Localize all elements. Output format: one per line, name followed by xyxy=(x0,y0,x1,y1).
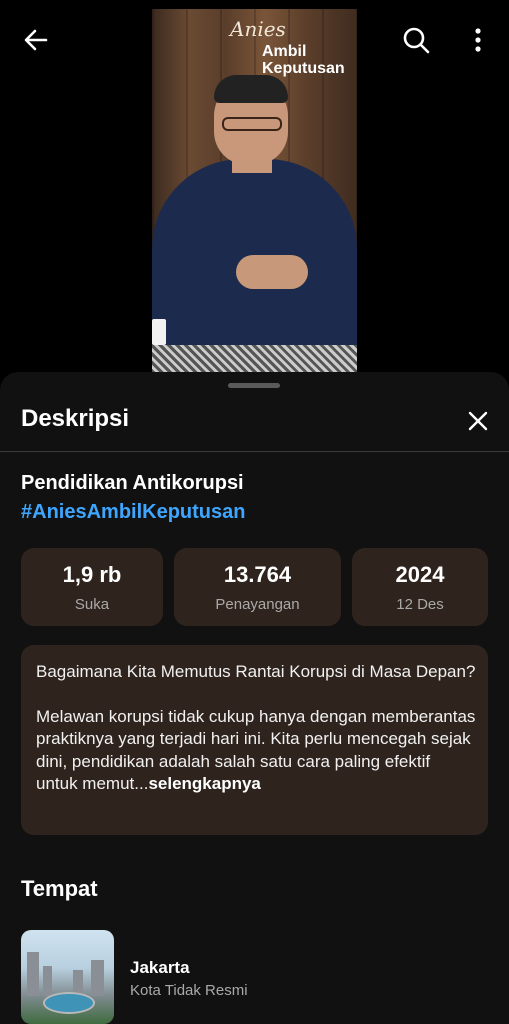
date-year: 2024 xyxy=(395,562,445,587)
close-button[interactable] xyxy=(462,405,494,437)
date-stat: 2024 12 Des xyxy=(352,548,488,626)
views-count: 13.764 xyxy=(223,562,292,587)
hashtag-link[interactable]: #AniesAmbilKeputusan xyxy=(21,501,245,524)
video-table xyxy=(152,345,357,373)
video-title: Pendidikan Antikorupsi xyxy=(21,472,244,494)
description-paragraph-2: Melawan korupsi tidak cukup hanya dengan… xyxy=(36,706,476,796)
views-stat: 13.764 Penayangan xyxy=(174,548,341,626)
description-box[interactable]: Bagaimana Kita Memutus Rantai Korupsi di… xyxy=(21,645,488,835)
video-person-glasses xyxy=(222,117,282,131)
drag-handle[interactable] xyxy=(228,383,280,388)
show-more-link[interactable]: selengkapnya xyxy=(148,774,260,793)
thumb-building xyxy=(27,952,39,996)
more-options-button[interactable] xyxy=(462,22,494,58)
video-overlay-line2: Keputusan xyxy=(262,60,345,77)
place-thumbnail xyxy=(21,930,114,1024)
place-subtitle: Kota Tidak Resmi xyxy=(130,982,248,999)
place-heading: Tempat xyxy=(21,876,98,901)
video-overlay-title: Ambil Keputusan xyxy=(262,43,345,77)
date-day: 12 Des xyxy=(396,596,444,613)
description-sheet: Deskripsi Pendidikan Antikorupsi #AniesA… xyxy=(0,372,509,1024)
views-label: Penayangan xyxy=(215,596,300,613)
likes-label: Suka xyxy=(74,596,110,613)
description-paragraph-1: Bagaimana Kita Memutus Rantai Korupsi di… xyxy=(36,662,476,681)
search-button[interactable] xyxy=(396,22,436,58)
likes-stat: 1,9 rb Suka xyxy=(21,548,163,626)
video-person-hair xyxy=(214,75,288,103)
thumb-building xyxy=(43,966,52,996)
thumb-fountain xyxy=(43,992,95,1014)
arrow-left-icon xyxy=(24,29,48,51)
close-icon xyxy=(468,411,488,431)
thumb-building xyxy=(91,960,104,996)
place-item[interactable]: Jakarta Kota Tidak Resmi xyxy=(21,930,488,1024)
search-icon xyxy=(403,27,430,54)
description-text: Bagaimana Kita Memutus Rantai Korupsi di… xyxy=(36,661,476,796)
place-name: Jakarta xyxy=(130,958,190,977)
divider xyxy=(0,451,509,452)
back-button[interactable] xyxy=(16,22,56,58)
more-vertical-icon xyxy=(475,28,481,52)
sheet-title: Deskripsi xyxy=(21,405,130,432)
video-overlay-script: Anies xyxy=(230,17,286,41)
video-overlay-line1: Ambil xyxy=(262,43,307,60)
likes-count: 1,9 rb xyxy=(62,562,122,587)
video-frame[interactable]: Anies Ambil Keputusan xyxy=(152,9,357,373)
video-cup xyxy=(152,319,166,345)
video-person-hand xyxy=(236,255,308,289)
